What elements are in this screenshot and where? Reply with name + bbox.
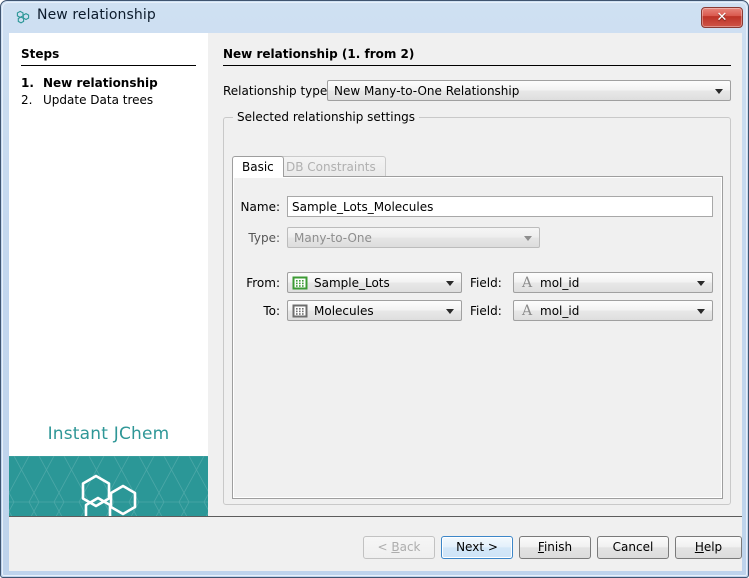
from-entity-value: Sample_Lots [314, 276, 390, 290]
steps-divider [21, 65, 196, 66]
to-label: To: [228, 304, 280, 318]
dialog-client-area: Steps 1.New relationship 2.Update Data t… [9, 33, 742, 571]
close-button[interactable]: ✕ [701, 7, 743, 28]
wizard-content-pane: New relationship (1. from 2) Relationshi… [208, 33, 742, 516]
type-value: Many-to-One [294, 231, 372, 245]
step-label: New relationship [43, 76, 158, 90]
back-button: < Back [363, 536, 435, 559]
name-input[interactable]: Sample_Lots_Molecules [287, 196, 713, 217]
tab-panel-inner-border [233, 177, 722, 498]
window-title: New relationship [37, 7, 156, 23]
back-button-label: < Back [377, 540, 420, 554]
to-field-combo[interactable]: A mol_id [513, 300, 713, 321]
steps-heading: Steps [21, 47, 59, 61]
relationship-type-label: Relationship type: [223, 84, 331, 98]
text-type-a-icon: A [519, 274, 535, 292]
name-input-value: Sample_Lots_Molecules [292, 200, 433, 214]
step-label: Update Data trees [43, 93, 153, 107]
page-title: New relationship (1. from 2) [223, 47, 414, 61]
chevron-down-icon [524, 236, 532, 241]
dialog-button-bar: < Back Next > Finish Cancel Help [9, 517, 742, 571]
finish-button-label: Finish [538, 540, 572, 554]
step-number: 2. [21, 93, 43, 107]
chevron-down-icon [446, 309, 454, 314]
text-type-a-icon: A [519, 302, 535, 320]
type-combo: Many-to-One [287, 227, 540, 248]
chevron-down-icon [715, 89, 723, 94]
name-label: Name: [228, 200, 280, 214]
dialog-window: New relationship ✕ Steps 1.New relations… [0, 0, 749, 578]
relationship-type-combo[interactable]: New Many-to-One Relationship [327, 80, 731, 101]
help-button[interactable]: Help [675, 536, 742, 559]
to-field-label: Field: [470, 304, 510, 318]
brand-name: Instant JChem [9, 424, 208, 444]
from-field-combo[interactable]: A mol_id [513, 272, 713, 293]
chevron-down-icon [697, 281, 705, 286]
type-label: Type: [228, 231, 280, 245]
group-legend: Selected relationship settings [233, 110, 419, 124]
relationship-type-value: New Many-to-One Relationship [334, 84, 519, 98]
gray-table-grid-icon [292, 303, 308, 319]
finish-button[interactable]: Finish [519, 536, 591, 559]
step-number: 1. [21, 76, 43, 90]
settings-tabstrip: Basic DB Constraints [232, 156, 723, 177]
from-label: From: [228, 276, 280, 290]
title-bar: New relationship ✕ [1, 1, 749, 33]
help-button-label: Help [695, 540, 722, 554]
cancel-button[interactable]: Cancel [597, 536, 669, 559]
chevron-down-icon [697, 309, 705, 314]
chevron-down-icon [446, 281, 454, 286]
from-field-label: Field: [470, 276, 510, 290]
tab-basic[interactable]: Basic [232, 156, 284, 177]
steps-sidebar: Steps 1.New relationship 2.Update Data t… [9, 33, 208, 516]
sidebar-step-update-data-trees[interactable]: 2.Update Data trees [21, 93, 153, 107]
to-entity-value: Molecules [314, 304, 374, 318]
to-field-value: mol_id [540, 304, 579, 318]
green-table-grid-icon [292, 275, 308, 291]
jchem-molecule-icon [15, 9, 31, 25]
page-title-divider [223, 65, 731, 66]
next-button-label: Next > [456, 540, 498, 554]
next-button[interactable]: Next > [441, 536, 513, 559]
to-entity-combo[interactable]: Molecules [287, 300, 462, 321]
basic-tab-panel [232, 177, 723, 499]
sidebar-step-new-relationship[interactable]: 1.New relationship [21, 76, 158, 90]
cancel-button-label: Cancel [613, 540, 654, 554]
from-field-value: mol_id [540, 276, 579, 290]
from-entity-combo[interactable]: Sample_Lots [287, 272, 462, 293]
close-icon: ✕ [702, 8, 742, 27]
tab-db-constraints: DB Constraints [276, 156, 386, 177]
